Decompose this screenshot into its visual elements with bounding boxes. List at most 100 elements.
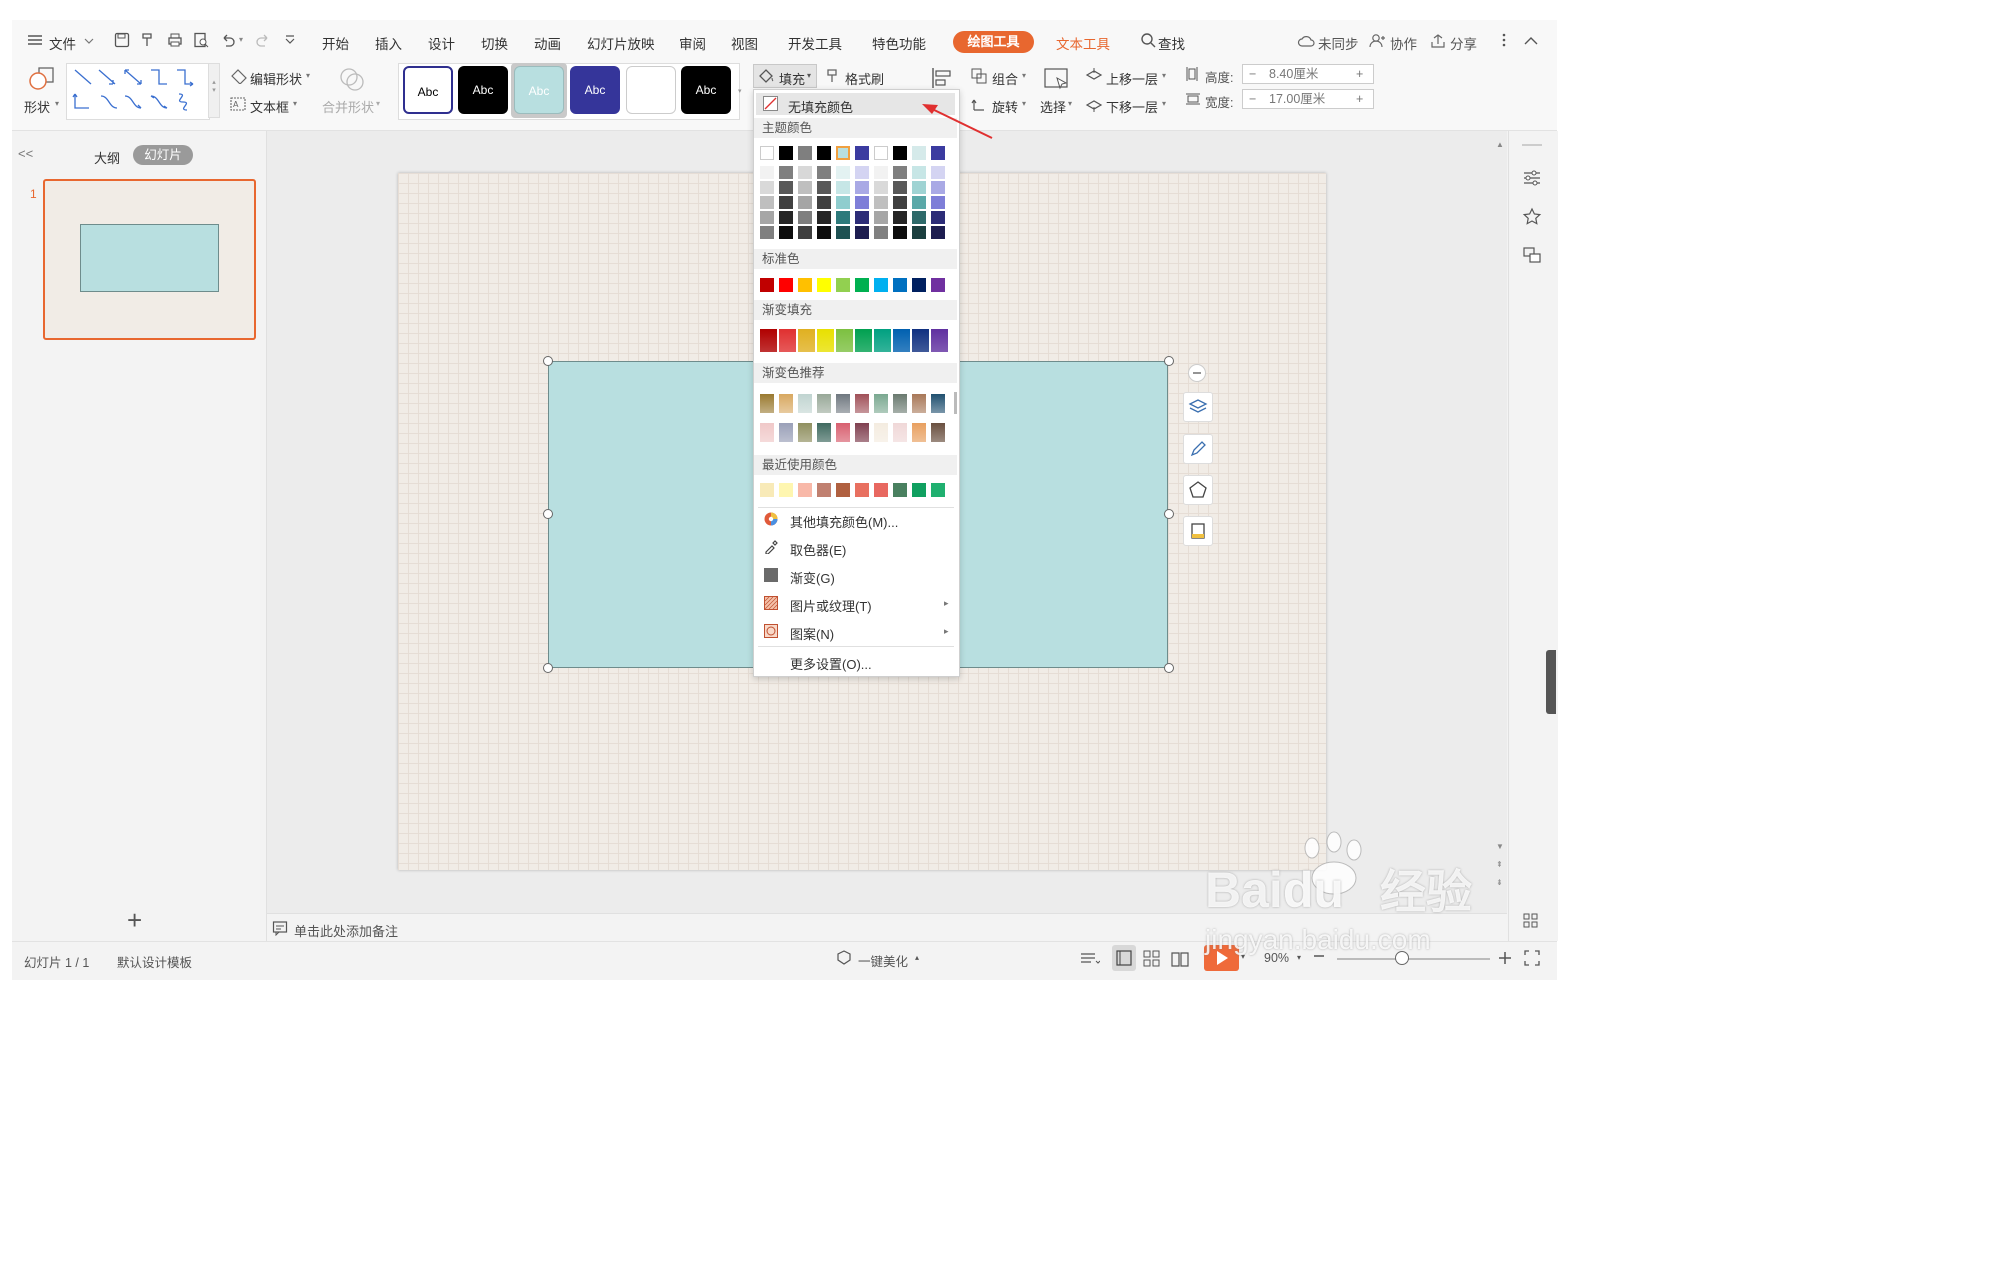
- send-backward-button[interactable]: 下移一层: [1106, 97, 1158, 116]
- prev-slide-icon[interactable]: ⇞: [1496, 860, 1503, 869]
- style-gallery-scroll[interactable]: ▾: [738, 63, 748, 118]
- theme-shade-swatch[interactable]: [855, 226, 869, 239]
- next-slide-icon[interactable]: ⇟: [1496, 878, 1503, 887]
- tab-home[interactable]: 开始: [322, 33, 349, 53]
- fill-dropdown-icon[interactable]: ▾: [807, 71, 811, 80]
- recent-color-swatch[interactable]: [874, 483, 888, 497]
- normal-view-button[interactable]: [1112, 945, 1136, 971]
- collapse-ribbon-icon[interactable]: [1524, 34, 1538, 49]
- style-preset-4[interactable]: Abc: [570, 66, 620, 114]
- more-options-icon[interactable]: [1501, 32, 1507, 51]
- gradient-recommend-swatch[interactable]: [874, 423, 888, 442]
- tab-review[interactable]: 审阅: [679, 33, 706, 53]
- theme-shade-swatch[interactable]: [855, 181, 869, 194]
- theme-shade-swatch[interactable]: [912, 226, 926, 239]
- resize-handle-tl[interactable]: [543, 356, 553, 366]
- gradient-recommend-swatch[interactable]: [893, 423, 907, 442]
- tab-insert[interactable]: 插入: [375, 33, 402, 53]
- theme-shade-swatch[interactable]: [779, 166, 793, 179]
- more-fill-colors-option[interactable]: 其他填充颜色(M)...: [790, 512, 898, 531]
- gradient-recommend-swatch[interactable]: [912, 423, 926, 442]
- gradient-fill-swatch[interactable]: [836, 329, 853, 352]
- gradient-fill-swatch[interactable]: [912, 329, 929, 352]
- line-shapes-gallery[interactable]: [66, 63, 210, 120]
- style-preset-3[interactable]: Abc: [514, 66, 564, 114]
- recent-color-swatch[interactable]: [760, 483, 774, 497]
- gradient-fill-swatch[interactable]: [760, 329, 777, 352]
- shape-effects-tool[interactable]: [1183, 516, 1213, 546]
- standard-color-swatch[interactable]: [855, 278, 869, 292]
- theme-color-swatch[interactable]: [836, 146, 850, 160]
- gradient-fill-swatch[interactable]: [931, 329, 948, 352]
- redo-icon[interactable]: [255, 32, 271, 51]
- theme-shade-swatch[interactable]: [931, 166, 945, 179]
- tab-outline[interactable]: 大纲: [94, 148, 120, 167]
- theme-shade-swatch[interactable]: [874, 181, 888, 194]
- theme-shade-swatch[interactable]: [855, 166, 869, 179]
- gradient-recommend-swatch[interactable]: [836, 423, 850, 442]
- properties-icon[interactable]: [1522, 168, 1542, 191]
- gradient-fill-swatch[interactable]: [874, 329, 891, 352]
- height-value[interactable]: 8.40厘米: [1269, 65, 1318, 83]
- style-preset-6[interactable]: Abc: [681, 66, 731, 114]
- pattern-option[interactable]: 图案(N): [790, 624, 834, 643]
- transition-icon[interactable]: [1522, 245, 1542, 268]
- layers-tool[interactable]: [1183, 392, 1213, 422]
- theme-shade-swatch[interactable]: [817, 166, 831, 179]
- theme-color-swatch[interactable]: [931, 146, 945, 160]
- tab-transition[interactable]: 切换: [481, 33, 508, 53]
- gradient-recommend-swatch[interactable]: [855, 423, 869, 442]
- theme-shade-swatch[interactable]: [836, 166, 850, 179]
- share-button[interactable]: 分享: [1450, 33, 1477, 53]
- bring-forward-button[interactable]: 上移一层: [1106, 69, 1158, 88]
- recent-color-swatch[interactable]: [817, 483, 831, 497]
- height-field[interactable]: − 8.40厘米 +: [1242, 64, 1374, 84]
- sidebar-drawer-handle[interactable]: [1546, 650, 1556, 714]
- edit-shape-button[interactable]: 编辑形状: [250, 69, 302, 88]
- theme-shade-swatch[interactable]: [855, 211, 869, 224]
- gradient-recommend-swatch[interactable]: [817, 423, 831, 442]
- theme-shade-swatch[interactable]: [874, 211, 888, 224]
- gradient-fill-swatch[interactable]: [855, 329, 872, 352]
- print-preview-icon[interactable]: [193, 32, 209, 51]
- theme-color-swatch[interactable]: [855, 146, 869, 160]
- theme-color-swatch[interactable]: [893, 146, 907, 160]
- tab-slides[interactable]: 幻灯片: [133, 145, 193, 165]
- standard-color-swatch[interactable]: [893, 278, 907, 292]
- gradient-fill-swatch[interactable]: [893, 329, 910, 352]
- animation-star-icon[interactable]: [1522, 207, 1542, 230]
- theme-shade-swatch[interactable]: [760, 181, 774, 194]
- gradient-recommend-swatch[interactable]: [760, 423, 774, 442]
- recent-color-swatch[interactable]: [912, 483, 926, 497]
- width-field[interactable]: − 17.00厘米 +: [1242, 89, 1374, 109]
- gallery-scrollbar[interactable]: ▴ ▾: [208, 63, 220, 118]
- gradient-recommend-swatch[interactable]: [798, 423, 812, 442]
- picture-texture-option[interactable]: 图片或纹理(T): [790, 596, 872, 615]
- scroll-up-icon[interactable]: ▲: [1496, 140, 1504, 149]
- theme-shade-swatch[interactable]: [836, 226, 850, 239]
- notes-view-icon[interactable]: [1080, 951, 1101, 970]
- standard-color-swatch[interactable]: [912, 278, 926, 292]
- style-preset-1[interactable]: Abc: [403, 66, 453, 114]
- design-template[interactable]: 默认设计模板: [117, 952, 192, 971]
- resize-handle-ml[interactable]: [543, 509, 553, 519]
- theme-shade-swatch[interactable]: [874, 226, 888, 239]
- grid-apps-icon[interactable]: [1522, 912, 1540, 933]
- shapes-dropdown-icon[interactable]: ▾: [55, 99, 59, 108]
- scroll-down-icon[interactable]: ▼: [1496, 842, 1504, 851]
- zoom-in-button[interactable]: [1497, 950, 1513, 969]
- tab-developer[interactable]: 开发工具: [788, 33, 842, 53]
- gradient-recommend-swatch[interactable]: [779, 394, 793, 413]
- gradient-recommend-swatch[interactable]: [931, 394, 945, 413]
- theme-shade-swatch[interactable]: [893, 166, 907, 179]
- tab-view[interactable]: 视图: [731, 33, 758, 53]
- more-settings-option[interactable]: 更多设置(O)...: [790, 654, 872, 673]
- gradient-fill-swatch[interactable]: [798, 329, 815, 352]
- file-menu[interactable]: 文件: [49, 33, 76, 53]
- gradient-recommend-swatch[interactable]: [874, 394, 888, 413]
- format-painter-button[interactable]: 格式刷: [845, 69, 884, 88]
- gradient-recommend-swatch[interactable]: [798, 394, 812, 413]
- theme-shade-swatch[interactable]: [912, 211, 926, 224]
- theme-shade-swatch[interactable]: [931, 211, 945, 224]
- textbox-button[interactable]: 文本框: [250, 97, 289, 116]
